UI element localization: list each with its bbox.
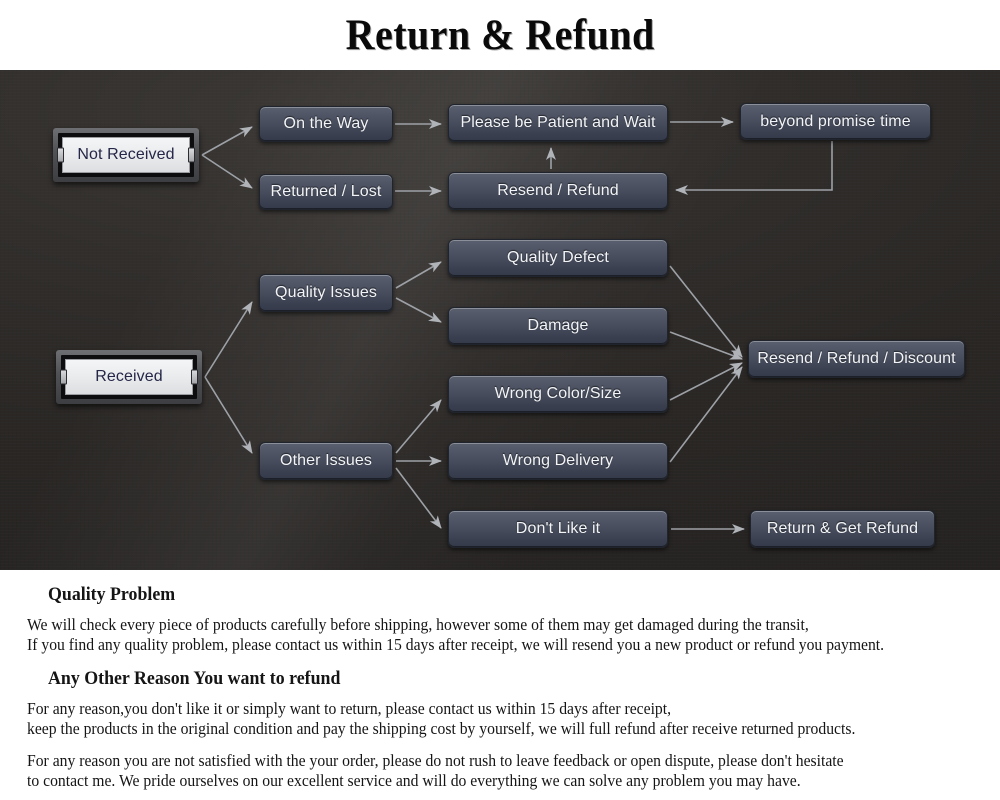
- node-dont-like-it[interactable]: Don't Like it: [448, 510, 668, 548]
- node-quality-issues[interactable]: Quality Issues: [259, 274, 393, 312]
- node-please-be-patient-and-wait[interactable]: Please be Patient and Wait: [448, 104, 668, 142]
- node-quality-issues-label: Quality Issues: [275, 284, 377, 301]
- node-quality-defect-label: Quality Defect: [507, 249, 609, 266]
- node-resend-refund-label: Resend / Refund: [497, 182, 619, 199]
- node-please-be-patient-and-wait-label: Please be Patient and Wait: [460, 114, 656, 131]
- node-beyond-promise-time-label: beyond promise time: [760, 112, 911, 130]
- node-on-the-way[interactable]: On the Way: [259, 106, 393, 142]
- bezel-inner-frame: Received: [61, 355, 197, 399]
- node-on-the-way-label: On the Way: [283, 115, 369, 132]
- node-beyond-promise-time[interactable]: beyond promise time: [740, 103, 931, 140]
- node-other-issues[interactable]: Other Issues: [259, 442, 393, 480]
- root-node-not-received[interactable]: Not Received: [53, 128, 199, 182]
- page-title: Return & Refund: [345, 11, 655, 59]
- heading-quality-problem: Quality Problem: [48, 584, 176, 605]
- node-damage-label: Damage: [527, 317, 589, 334]
- paragraph-satisfaction-line1: For any reason you are not satisfied wit…: [27, 751, 844, 770]
- node-quality-defect[interactable]: Quality Defect: [448, 239, 668, 277]
- node-return-get-refund[interactable]: Return & Get Refund: [750, 510, 935, 548]
- node-dont-like-it-label: Don't Like it: [515, 520, 601, 537]
- root-node-received-label: Received: [65, 359, 193, 395]
- paragraph-any-other-reason-line2: keep the products in the original condit…: [27, 719, 856, 738]
- paragraph-any-other-reason-line1: For any reason,you don't like it or simp…: [27, 699, 672, 718]
- node-returned-lost-label: Returned / Lost: [270, 183, 382, 200]
- paragraph-quality-problem-line2: If you find any quality problem, please …: [27, 635, 885, 654]
- bezel-tab-left-icon: [57, 147, 64, 163]
- node-wrong-delivery[interactable]: Wrong Delivery: [448, 442, 668, 480]
- node-resend-refund[interactable]: Resend / Refund: [448, 172, 668, 210]
- node-damage[interactable]: Damage: [448, 307, 668, 345]
- node-resend-refund-discount-label: Resend / Refund / Discount: [757, 350, 956, 367]
- root-node-received[interactable]: Received: [56, 350, 202, 404]
- node-wrong-color-size-label: Wrong Color/Size: [494, 385, 622, 402]
- node-wrong-delivery-label: Wrong Delivery: [502, 452, 614, 469]
- node-resend-refund-discount[interactable]: Resend / Refund / Discount: [748, 340, 965, 378]
- bezel-inner-frame: Not Received: [58, 133, 194, 177]
- paragraph-satisfaction-line2: to contact me. We pride ourselves on our…: [27, 771, 801, 790]
- policy-text-section: Quality Problem We will check every piec…: [0, 570, 1000, 800]
- bezel-tab-right-icon: [191, 369, 198, 385]
- bezel-tab-right-icon: [188, 147, 195, 163]
- page-header: Return & Refund: [0, 0, 1000, 70]
- root-node-not-received-label: Not Received: [62, 137, 190, 173]
- node-return-get-refund-label: Return & Get Refund: [766, 520, 919, 537]
- paragraph-quality-problem-line1: We will check every piece of products ca…: [27, 615, 809, 634]
- bezel-tab-left-icon: [60, 369, 67, 385]
- flowchart-panel: Not Received Received On the Way Returne…: [0, 70, 1000, 570]
- node-other-issues-label: Other Issues: [280, 452, 372, 469]
- return-refund-page: Return & Refund Not Received Received On…: [0, 0, 1000, 800]
- node-wrong-color-size[interactable]: Wrong Color/Size: [448, 375, 668, 413]
- node-returned-lost[interactable]: Returned / Lost: [259, 174, 393, 210]
- heading-any-other-reason: Any Other Reason You want to refund: [48, 668, 341, 689]
